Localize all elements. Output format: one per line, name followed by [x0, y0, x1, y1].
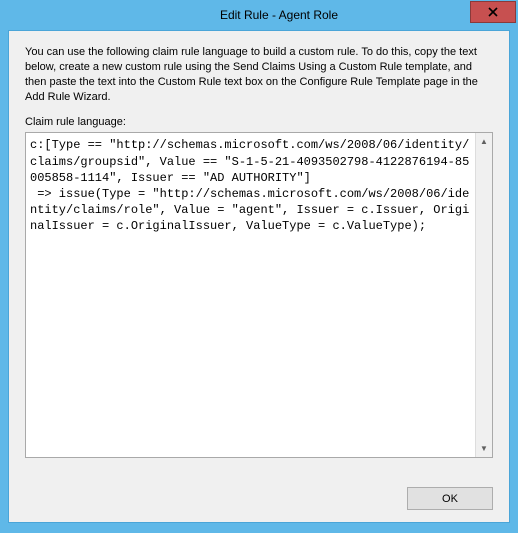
chevron-up-icon: ▲ — [480, 137, 488, 146]
close-icon — [488, 7, 498, 17]
claim-rule-textarea[interactable] — [26, 133, 475, 457]
dialog-title: Edit Rule - Agent Role — [0, 8, 518, 22]
chevron-down-icon: ▼ — [480, 444, 488, 453]
close-button[interactable] — [470, 1, 516, 23]
button-row: OK — [407, 487, 493, 510]
dialog-body: You can use the following claim rule lan… — [8, 30, 510, 523]
dialog-window: Edit Rule - Agent Role You can use the f… — [0, 0, 518, 533]
instructions-text: You can use the following claim rule lan… — [25, 45, 493, 104]
scroll-up-button[interactable]: ▲ — [476, 133, 492, 150]
scroll-down-button[interactable]: ▼ — [476, 440, 492, 457]
rule-text-container: ▲ ▼ — [25, 132, 493, 458]
scrollbar[interactable]: ▲ ▼ — [475, 133, 492, 457]
ok-button[interactable]: OK — [407, 487, 493, 510]
titlebar: Edit Rule - Agent Role — [0, 0, 518, 30]
field-label: Claim rule language: — [25, 116, 493, 128]
